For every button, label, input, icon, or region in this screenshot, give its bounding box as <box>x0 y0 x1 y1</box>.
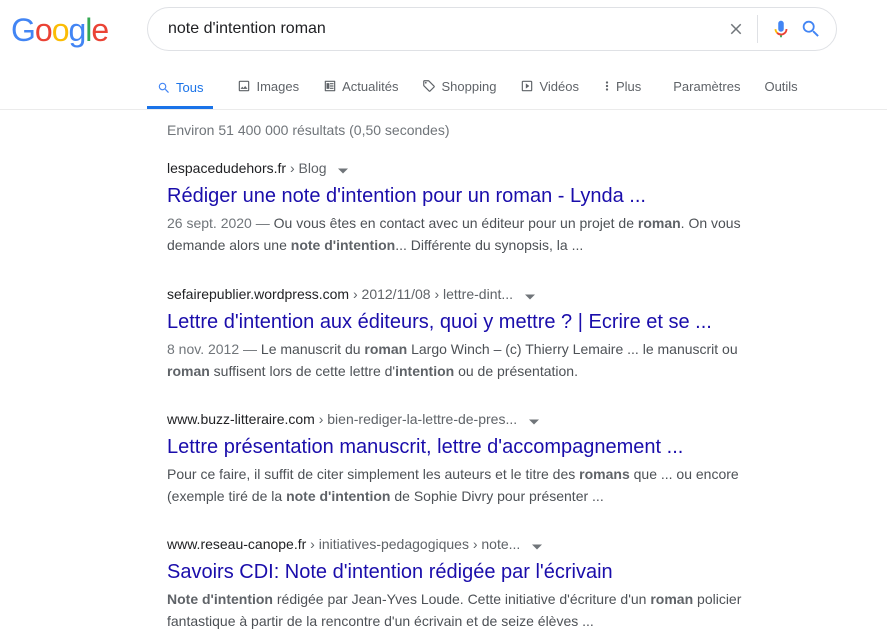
result-breadcrumb: › Blog <box>286 160 327 176</box>
search-divider <box>757 15 758 43</box>
tools-link[interactable]: Outils <box>764 66 797 106</box>
result-stats: Environ 51 400 000 résultats (0,50 secon… <box>167 122 450 138</box>
logo-letter: o <box>51 12 70 48</box>
tab-label: Tous <box>176 80 204 95</box>
snippet-highlight: intention <box>395 363 455 380</box>
search-icon[interactable] <box>796 14 826 44</box>
snippet-highlight: roman <box>167 363 210 380</box>
result-snippet: 8 nov. 2012 — Le manuscrit du roman Larg… <box>167 338 757 382</box>
snippet-highlight: romans <box>579 466 630 483</box>
result-breadcrumb: › 2012/11/08 › lettre-dint... <box>349 286 514 302</box>
mic-icon[interactable] <box>766 14 796 44</box>
tab-all[interactable]: Tous <box>147 66 214 109</box>
tab-label: Shopping <box>441 78 497 94</box>
snippet-highlight: roman <box>650 591 694 608</box>
search-tabs: Tous Images Actualités Shopping Vidéos P… <box>147 66 798 109</box>
tab-videos[interactable]: Vidéos <box>520 66 579 106</box>
search-actions <box>721 8 826 50</box>
result-domain: lespacedudehors.fr <box>167 160 287 176</box>
snippet-highlight: roman <box>637 215 681 232</box>
news-icon <box>323 79 337 93</box>
result-url[interactable]: lespacedudehors.fr › Blog <box>167 158 767 179</box>
snippet-highlight: roman <box>364 341 408 358</box>
result-title-link[interactable]: Lettre d'intention aux éditeurs, quoi y … <box>167 309 767 335</box>
logo-letter: g <box>68 12 86 48</box>
tab-news[interactable]: Actualités <box>323 66 398 106</box>
nav-divider <box>0 109 887 110</box>
result-snippet: 26 sept. 2020 — Ou vous êtes en contact … <box>167 212 757 256</box>
tab-shopping[interactable]: Shopping <box>422 66 496 106</box>
snippet-text: de Sophie Divry pour présenter ... <box>390 488 604 505</box>
snippet-text: ou de présentation. <box>454 363 578 380</box>
search-result: www.buzz-litteraire.com › bien-rediger-l… <box>167 409 767 507</box>
tab-label: Images <box>256 78 300 94</box>
result-url[interactable]: sefairepublier.wordpress.com › 2012/11/0… <box>167 284 767 305</box>
result-title-link[interactable]: Savoirs CDI: Note d'intention rédigée pa… <box>167 559 767 585</box>
logo-letter: o <box>34 12 53 48</box>
result-domain: sefairepublier.wordpress.com <box>167 286 350 302</box>
search-input[interactable] <box>168 8 688 50</box>
google-logo[interactable]: Google <box>11 10 109 50</box>
snippet-highlight: Note d'intention <box>167 591 273 608</box>
tag-icon <box>422 79 436 93</box>
snippet-text: suffisent lors de cette lettre d' <box>209 363 396 380</box>
search-result: lespacedudehors.fr › Blog Rédiger une no… <box>167 158 767 256</box>
caret-down-icon[interactable] <box>338 159 349 179</box>
snippet-highlight: note d'intention <box>290 237 396 254</box>
result-domain: www.buzz-litteraire.com <box>167 411 315 427</box>
logo-letter: G <box>11 12 36 48</box>
snippet-text: rédigée par Jean-Yves Loude. Cette initi… <box>272 591 651 608</box>
search-box <box>147 7 837 51</box>
logo-letter: e <box>91 12 109 48</box>
result-url[interactable]: www.reseau-canope.fr › initiatives-pedag… <box>167 534 767 555</box>
more-vert-icon <box>603 79 611 93</box>
close-icon[interactable] <box>721 14 751 44</box>
snippet-date: 8 nov. 2012 — <box>167 341 261 358</box>
tab-label: Vidéos <box>539 78 579 94</box>
result-breadcrumb: › bien-rediger-la-lettre-de-pres... <box>314 411 518 427</box>
snippet-text: Largo Winch – (c) Thierry Lemaire ... le… <box>407 341 738 358</box>
tab-label: Actualités <box>342 78 399 94</box>
image-icon <box>237 79 251 93</box>
play-icon <box>520 79 534 93</box>
caret-down-icon[interactable] <box>524 285 535 305</box>
search-icon <box>157 81 171 95</box>
result-breadcrumb: › initiatives-pedagogiques › note... <box>306 536 521 552</box>
result-url[interactable]: www.buzz-litteraire.com › bien-rediger-l… <box>167 409 767 430</box>
result-title-link[interactable]: Lettre présentation manuscrit, lettre d'… <box>167 434 767 460</box>
settings-link[interactable]: Paramètres <box>673 66 740 106</box>
caret-down-icon[interactable] <box>529 410 540 430</box>
search-result: sefairepublier.wordpress.com › 2012/11/0… <box>167 284 767 382</box>
tab-more[interactable]: Plus <box>603 66 641 106</box>
tab-label: Plus <box>615 78 642 94</box>
tab-images[interactable]: Images <box>237 66 299 106</box>
snippet-highlight: note d'intention <box>286 488 391 505</box>
result-title-link[interactable]: Rédiger une note d'intention pour un rom… <box>167 183 767 209</box>
caret-down-icon[interactable] <box>532 535 543 555</box>
result-domain: www.reseau-canope.fr <box>167 536 307 552</box>
snippet-text: Pour ce faire, il suffit de citer simple… <box>167 466 580 483</box>
result-snippet: Note d'intention rédigée par Jean-Yves L… <box>167 588 757 632</box>
search-result: www.reseau-canope.fr › initiatives-pedag… <box>167 534 767 632</box>
snippet-text: Ou vous êtes en contact avec un éditeur … <box>273 215 638 232</box>
result-snippet: Pour ce faire, il suffit de citer simple… <box>167 463 757 507</box>
snippet-text: Le manuscrit du <box>260 341 365 358</box>
snippet-text: ... Différente du synopsis, la ... <box>395 237 584 254</box>
snippet-date: 26 sept. 2020 — <box>167 215 274 232</box>
